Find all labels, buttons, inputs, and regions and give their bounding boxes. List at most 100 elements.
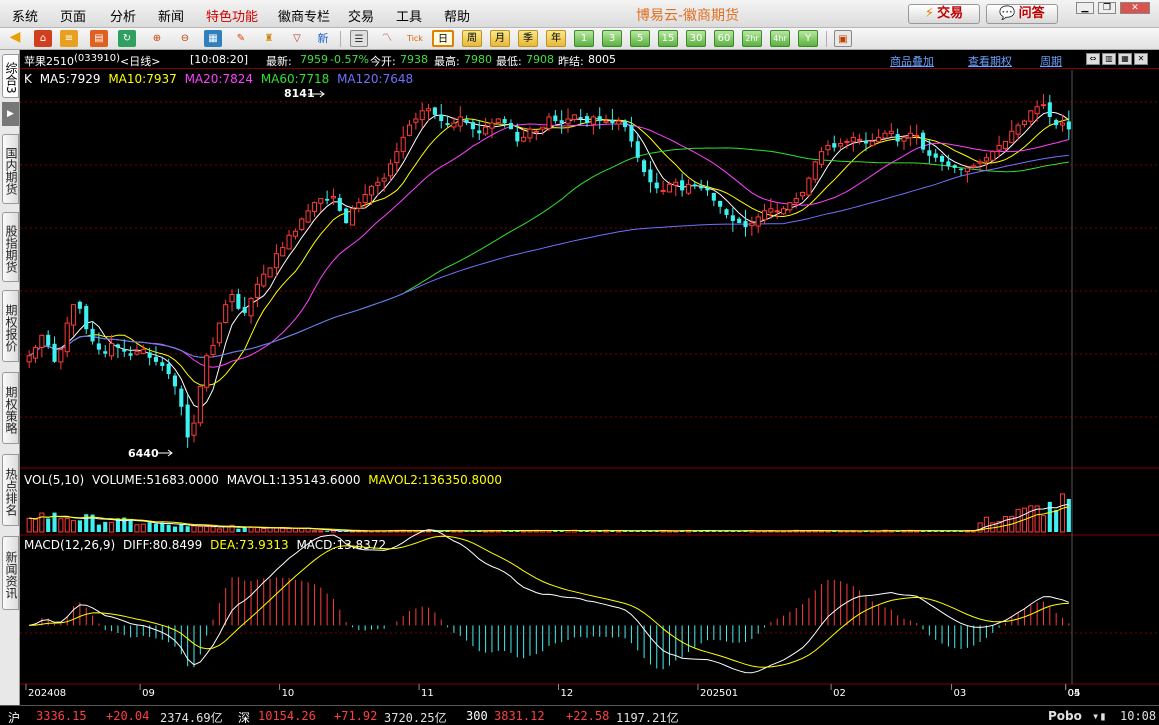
candle-body-up: [483, 126, 489, 135]
bell-icon[interactable]: ♜: [260, 30, 278, 47]
candle-body-up: [787, 202, 793, 211]
draw-pen-icon[interactable]: ✎: [232, 30, 250, 47]
candle-body-down: [863, 141, 869, 144]
period-month[interactable]: 月: [490, 30, 510, 47]
period-2hr[interactable]: 2hr: [742, 30, 762, 47]
candlestick-chart[interactable]: 8141 6440 202408 09 10 11 12 202501 02 03 0405: [20, 50, 1159, 705]
menu-trade[interactable]: 交易: [348, 6, 374, 25]
quote-list-icon[interactable]: ☰: [350, 30, 368, 47]
candle-body-up: [571, 114, 577, 121]
zoom-out-icon[interactable]: ⊖: [176, 30, 194, 47]
candle-body-up: [666, 183, 673, 193]
candle-body-up: [825, 145, 831, 151]
menu-analysis[interactable]: 分析: [110, 6, 136, 25]
diff-line: [29, 529, 1069, 674]
trade-button[interactable]: ⚡ 交易: [908, 4, 980, 24]
tab-index-futures[interactable]: 股指期货: [2, 212, 19, 282]
ask-button[interactable]: 💬 问答: [986, 4, 1058, 24]
candle-body-down: [553, 115, 558, 122]
candle-body-down: [153, 356, 159, 362]
ma120-line: [28, 154, 1069, 358]
sh-index: 3336.15: [36, 709, 87, 723]
volume-bar-up: [280, 527, 286, 533]
refresh-icon[interactable]: ↻: [118, 30, 136, 47]
tab-option-strategies[interactable]: 期权策略: [2, 372, 19, 444]
menu-news[interactable]: 新闻: [158, 6, 184, 25]
period-year[interactable]: 年: [546, 30, 566, 47]
candle-body-up: [1015, 124, 1021, 135]
volume-bar-up: [616, 530, 622, 533]
period-1min[interactable]: 1: [574, 30, 594, 47]
menu-system[interactable]: 系统: [12, 6, 38, 25]
candle-body-up: [413, 118, 419, 123]
tab-hot-ranking[interactable]: 热点排名: [2, 454, 19, 526]
candle-body-down: [610, 119, 615, 124]
close-button[interactable]: ✕: [1120, 2, 1150, 14]
candle-body-down: [502, 119, 507, 124]
period-4hr[interactable]: 4hr: [770, 30, 790, 47]
candle-body-up: [1040, 104, 1047, 107]
volume-bar-up: [191, 525, 197, 533]
chart-type-icon[interactable]: ▦: [204, 30, 222, 47]
x-axis: 202408 09 10 11 12 202501 02 03 0405: [25, 684, 1080, 699]
candle-body-up: [540, 126, 546, 130]
volume-bar-up: [134, 524, 140, 533]
candle-body-down: [952, 165, 957, 168]
period-3min[interactable]: 3: [602, 30, 622, 47]
menu-huishang-column[interactable]: 徽商专栏: [278, 6, 330, 25]
mavol5-line: [29, 503, 1069, 532]
period-15min[interactable]: 15: [658, 30, 678, 47]
database-icon[interactable]: ≡: [60, 30, 78, 47]
menu-tools[interactable]: 工具: [396, 6, 422, 25]
period-custom[interactable]: Y: [798, 30, 818, 47]
menu-special-features[interactable]: 特色功能: [206, 6, 258, 25]
period-60min[interactable]: 60: [714, 30, 734, 47]
candle-body-up: [1021, 120, 1028, 125]
csi300-label: 300: [466, 709, 488, 723]
candle-body-up: [768, 208, 774, 213]
calculator-icon[interactable]: ▣: [834, 30, 852, 47]
expand-arrow-icon[interactable]: ▶: [2, 102, 19, 126]
candle-body-down: [179, 388, 184, 407]
menu-page[interactable]: 页面: [60, 6, 86, 25]
back-arrow-icon[interactable]: ◀: [6, 30, 24, 47]
candle-body-up: [673, 181, 679, 186]
period-day[interactable]: 日: [432, 30, 454, 47]
candle-body-down: [680, 180, 685, 191]
sz-label: 深: [238, 711, 251, 725]
candle-body-up: [451, 122, 457, 128]
volume-bar-up: [204, 525, 210, 533]
macd-bars: [29, 529, 1070, 674]
report-icon[interactable]: ▤: [90, 30, 108, 47]
line-chart-icon[interactable]: 〽: [378, 30, 396, 47]
period-week[interactable]: 周: [462, 30, 482, 47]
candle-body-up: [660, 189, 666, 192]
volume-bar-down: [242, 527, 247, 532]
candle-body-up: [812, 161, 818, 180]
tab-news[interactable]: 新闻资讯: [2, 536, 19, 610]
minimize-button[interactable]: ▁: [1076, 2, 1094, 14]
candle-body-up: [356, 202, 362, 209]
sz-turnover: 3720.25亿: [384, 711, 447, 725]
candle-body-up: [793, 198, 799, 204]
tab-composite[interactable]: 综合3: [2, 54, 19, 98]
tab-option-quotes[interactable]: 期权报价: [2, 290, 19, 362]
filter-icon[interactable]: ▽: [288, 30, 306, 47]
tab-domestic-futures[interactable]: 国内期货: [2, 134, 19, 204]
candle-body-up: [971, 165, 977, 168]
tick-chart-icon[interactable]: Tick: [406, 30, 424, 47]
candle-body-up: [58, 349, 64, 363]
zoom-in-icon[interactable]: ⊕: [148, 30, 166, 47]
period-quarter[interactable]: 季: [518, 30, 538, 47]
candle-body-up: [425, 108, 432, 112]
candle-body-up: [983, 157, 989, 162]
menu-help[interactable]: 帮助: [444, 6, 470, 25]
home-icon[interactable]: ⌂: [34, 30, 52, 47]
volume-bar-up: [261, 528, 267, 533]
new-icon[interactable]: 新: [314, 30, 332, 47]
restore-button[interactable]: ❐: [1098, 2, 1116, 14]
x-axis-label: 03: [954, 688, 967, 699]
period-5min[interactable]: 5: [630, 30, 650, 47]
volume-bar-down: [77, 520, 82, 532]
period-30min[interactable]: 30: [686, 30, 706, 47]
